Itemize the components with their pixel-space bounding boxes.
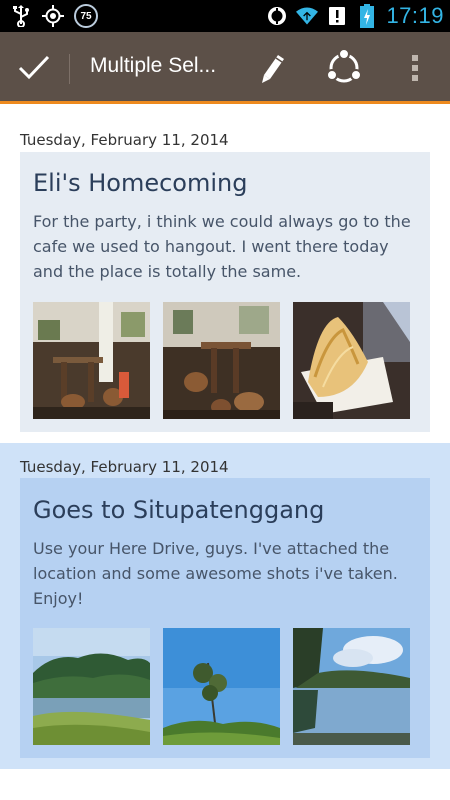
note-title: Goes to Situpatenggang [33, 496, 325, 524]
sync-icon [266, 5, 288, 27]
note-body: Use your Here Drive, guys. I've attached… [33, 539, 398, 608]
cafe-interior-photo[interactable] [33, 302, 150, 419]
note-body: For the party, i think we could always g… [33, 212, 411, 281]
overflow-menu-button[interactable] [395, 48, 435, 88]
notes-list[interactable]: Tuesday, February 11, 2014 Eli's Homecom… [0, 107, 450, 800]
fried-food-photo[interactable] [293, 302, 410, 419]
edit-button[interactable] [253, 48, 293, 88]
share-button[interactable] [324, 48, 364, 88]
note-card[interactable]: Goes to Situpatenggang Use your Here Dri… [20, 478, 430, 758]
photo-strip [33, 302, 410, 419]
usb-icon [10, 5, 32, 27]
wifi-icon [296, 5, 319, 27]
share-icon [326, 49, 362, 83]
battery-icon [356, 4, 378, 28]
edit-pencil-icon [262, 55, 284, 83]
overflow-menu-icon [412, 55, 418, 81]
battery-level-badge: 75 [74, 4, 98, 28]
gps-icon [42, 5, 64, 27]
done-button[interactable] [14, 50, 54, 86]
lake-forest-photo[interactable] [33, 628, 150, 745]
list-item[interactable]: Tuesday, February 11, 2014 Eli's Homecom… [0, 107, 450, 437]
action-bar-divider [69, 54, 70, 84]
contextual-action-bar: Multiple Sel... [0, 32, 450, 104]
entry-date: Tuesday, February 11, 2014 [20, 458, 229, 476]
list-item-selected[interactable]: Tuesday, February 11, 2014 Goes to Situp… [0, 443, 450, 769]
note-card[interactable]: Eli's Homecoming For the party, i think … [20, 152, 430, 432]
status-bar: 75 17:19 [0, 0, 450, 32]
photo-strip [33, 628, 410, 745]
entry-date: Tuesday, February 11, 2014 [20, 131, 229, 149]
lake-reflection-photo[interactable] [293, 628, 410, 745]
tree-sky-photo[interactable] [163, 628, 280, 745]
checkmark-icon [18, 55, 50, 80]
status-clock: 17:19 [386, 3, 444, 28]
selection-title: Multiple Sel... [90, 54, 217, 77]
note-title: Eli's Homecoming [33, 169, 248, 197]
cafe-tables-photo[interactable] [163, 302, 280, 419]
notification-icon [326, 5, 348, 27]
